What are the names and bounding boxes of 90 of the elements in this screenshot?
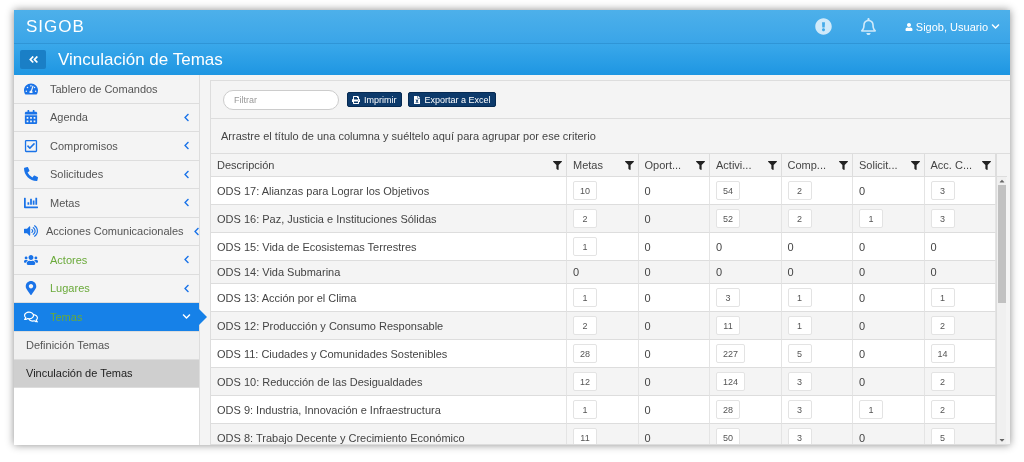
table-cell: 0: [787, 240, 794, 253]
count-button[interactable]: 3: [787, 428, 812, 444]
sidebar-item[interactable]: Solicitudes: [14, 160, 199, 189]
table-cell: 0: [644, 266, 651, 278]
count-button[interactable]: 11: [573, 428, 597, 444]
table-cell: 0: [859, 319, 866, 332]
table-cell: 0: [644, 240, 651, 253]
count-button[interactable]: 5: [787, 344, 812, 363]
table-cell: 0: [859, 375, 866, 388]
table-cell: ODS 9: Industria, Innovación e Infraestructura: [217, 403, 441, 416]
count-button[interactable]: 50: [716, 428, 740, 444]
count-button[interactable]: 28: [573, 344, 597, 363]
sidebar-item[interactable]: Acciones Comunicacionales: [14, 217, 199, 246]
count-button[interactable]: 2: [930, 316, 955, 335]
count-button[interactable]: 3: [716, 288, 740, 307]
count-button[interactable]: 28: [716, 400, 740, 419]
count-button[interactable]: 1: [787, 316, 812, 335]
table-cell: ODS 17: Alianzas para Lograr los Objetivos: [217, 184, 430, 197]
count-button[interactable]: 12: [573, 372, 597, 391]
sidebar-item[interactable]: Agenda: [14, 103, 199, 132]
column-header[interactable]: Activi...: [710, 154, 782, 177]
count-button[interactable]: 1: [859, 400, 883, 419]
count-button[interactable]: 52: [716, 209, 740, 228]
column-header[interactable]: Acc. C...: [924, 154, 996, 177]
count-button[interactable]: 54: [716, 181, 740, 200]
table-cell: 0: [644, 431, 651, 444]
table-cell: 0: [644, 319, 651, 332]
table-cell: 0: [716, 266, 723, 278]
count-button[interactable]: 3: [930, 181, 955, 200]
count-button[interactable]: 1: [573, 288, 597, 307]
table-cell: 0: [573, 266, 580, 278]
count-button[interactable]: 10: [573, 181, 597, 200]
submenu-item[interactable]: Vinculación de Temas: [14, 359, 199, 388]
table-cell: 0: [859, 347, 866, 360]
column-header[interactable]: Metas: [567, 154, 639, 177]
page-title: Vinculación de Temas: [58, 49, 223, 70]
table-cell: 0: [787, 266, 794, 278]
table-cell: ODS 13: Acción por el Clima: [217, 291, 357, 304]
sidebar-item[interactable]: Tablero de Comandos: [14, 75, 199, 104]
table-cell: 0: [930, 266, 937, 278]
column-header[interactable]: Comp...: [781, 154, 853, 177]
filter-field[interactable]: Filtrar: [223, 89, 339, 110]
table-cell: ODS 11: Ciudades y Comunidades Sostenibles: [217, 347, 448, 360]
count-button[interactable]: 11: [716, 316, 740, 335]
column-header[interactable]: Oport...: [638, 154, 710, 177]
count-button[interactable]: 1: [573, 400, 597, 419]
sidebar-item[interactable]: Compromisos: [14, 132, 199, 161]
table-cell: ODS 16: Paz, Justicia e Instituciones Sólidas: [217, 212, 437, 225]
count-button[interactable]: 5: [930, 428, 955, 444]
count-button[interactable]: 14: [930, 344, 955, 363]
count-button[interactable]: 3: [787, 372, 812, 391]
table-cell: 0: [859, 291, 866, 304]
count-button[interactable]: 2: [787, 209, 812, 228]
table-cell: 0: [716, 240, 723, 253]
count-button[interactable]: 1: [859, 209, 883, 228]
table-cell: 0: [859, 184, 866, 197]
count-button[interactable]: 1: [573, 237, 597, 256]
table-cell: 0: [930, 240, 937, 253]
table-cell: 0: [644, 291, 651, 304]
count-button[interactable]: 2: [573, 316, 597, 335]
count-button[interactable]: 1: [930, 288, 955, 307]
table-cell: 0: [859, 431, 866, 444]
print-button[interactable]: Imprimir: [347, 92, 402, 107]
count-button[interactable]: 227: [716, 344, 746, 363]
submenu-item[interactable]: Definición Temas: [14, 331, 199, 360]
table-cell: ODS 8: Trabajo Decente y Crecimiento Económico: [217, 431, 465, 444]
column-header[interactable]: Descripción: [211, 154, 567, 177]
count-button[interactable]: 2: [787, 181, 812, 200]
table-cell: 0: [644, 375, 651, 388]
column-header[interactable]: Solicit...: [853, 154, 925, 177]
table-cell: ODS 15: Vida de Ecosistemas Terrestres: [217, 240, 417, 253]
table-cell: ODS 10: Reducción de las Desigualdades: [217, 375, 423, 388]
table-cell: ODS 12: Producción y Consumo Responsable: [217, 319, 444, 332]
brand-name: SIGOB: [26, 16, 86, 37]
export-button[interactable]: Exportar a Excel: [407, 92, 496, 107]
count-button[interactable]: 2: [930, 372, 955, 391]
table-cell: 0: [644, 212, 651, 225]
table-cell: 0: [644, 347, 651, 360]
sidebar-item[interactable]: Metas: [14, 189, 199, 218]
count-button[interactable]: 3: [787, 400, 812, 419]
count-button[interactable]: 2: [930, 400, 955, 419]
table-cell: 0: [859, 266, 866, 278]
table-cell: 0: [644, 184, 651, 197]
count-button[interactable]: 2: [573, 209, 597, 228]
table-cell: 0: [859, 240, 866, 253]
count-button[interactable]: 124: [716, 372, 746, 391]
count-button[interactable]: 3: [930, 209, 955, 228]
count-button[interactable]: 1: [787, 288, 812, 307]
table-cell: 0: [644, 403, 651, 416]
table-cell: ODS 14: Vida Submarina: [217, 266, 341, 278]
